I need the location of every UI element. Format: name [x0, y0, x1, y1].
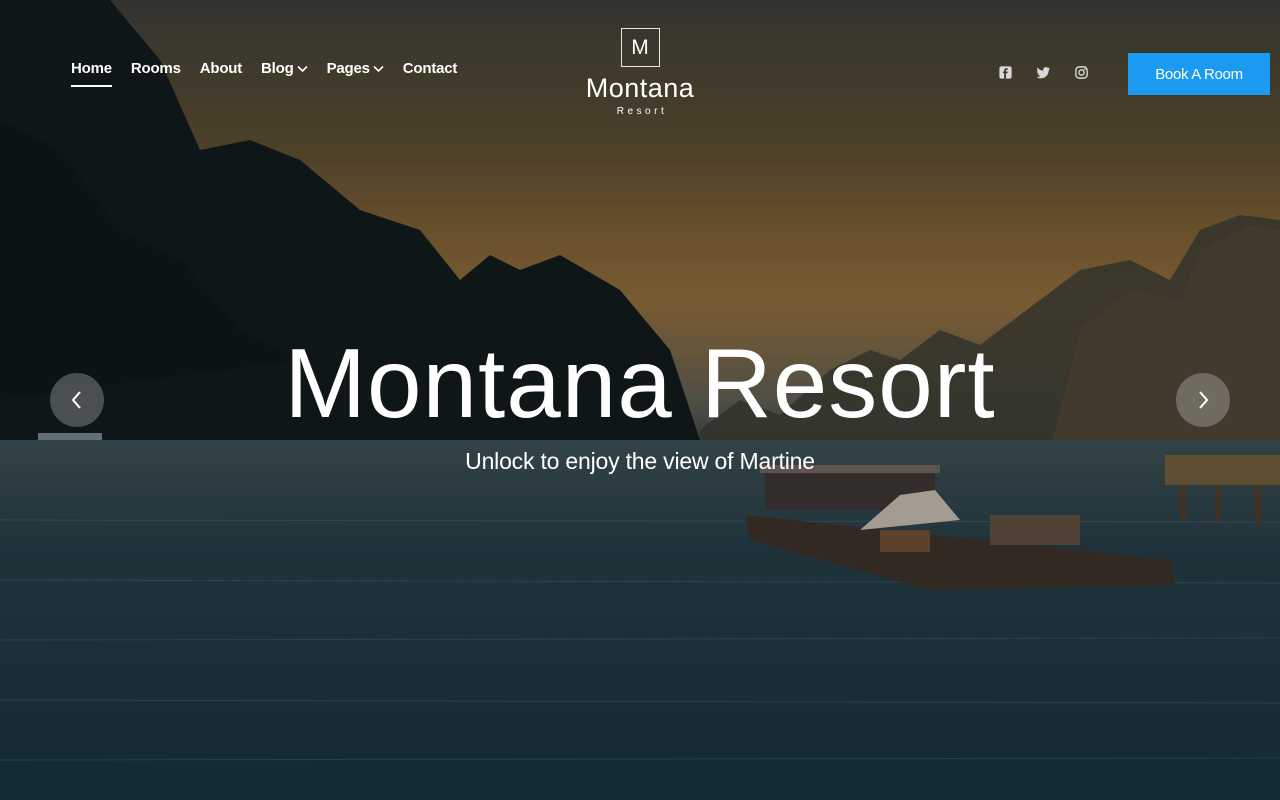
- book-a-room-button[interactable]: Book A Room: [1128, 53, 1270, 95]
- nav-item-blog[interactable]: Blog: [261, 60, 308, 87]
- chevron-down-icon: [297, 65, 308, 72]
- nav-item-rooms[interactable]: Rooms: [131, 60, 181, 87]
- nav-item-about[interactable]: About: [199, 60, 243, 87]
- chevron-right-icon: [1199, 391, 1209, 409]
- nav-item-pages[interactable]: Pages: [327, 60, 384, 87]
- site-logo[interactable]: M Montana Resort: [585, 28, 695, 117]
- chevron-down-icon: [373, 65, 384, 72]
- nav-item-label: About: [199, 60, 243, 77]
- twitter-icon[interactable]: [1036, 65, 1051, 80]
- logo-mark: M: [620, 28, 660, 67]
- nav-item-contact[interactable]: Contact: [402, 60, 458, 87]
- facebook-icon[interactable]: [998, 65, 1013, 80]
- chevron-left-icon: [71, 391, 81, 409]
- nav-item-label: Blog: [261, 60, 294, 77]
- slider-next-button[interactable]: [1176, 373, 1230, 427]
- logo-subtitle: Resort: [616, 106, 668, 117]
- social-links: [998, 65, 1089, 80]
- main-nav: Home Rooms About Blog Pages Contact: [71, 60, 457, 87]
- instagram-icon[interactable]: [1074, 65, 1089, 80]
- logo-name: Montana: [585, 73, 695, 103]
- nav-item-label: Contact: [402, 60, 458, 77]
- nav-item-label: Rooms: [130, 60, 181, 77]
- logo-letter: M: [631, 35, 649, 59]
- nav-item-label: Pages: [326, 60, 370, 77]
- hero-slider: Home Rooms About Blog Pages Contact M Mo…: [0, 0, 1280, 800]
- hero-subtitle: Unlock to enjoy the view of Martine: [465, 448, 815, 474]
- hero-title: Montana Resort: [284, 328, 996, 438]
- nav-item-home[interactable]: Home: [71, 60, 112, 87]
- nav-item-label: Home: [71, 60, 112, 77]
- slider-prev-button[interactable]: [50, 373, 104, 427]
